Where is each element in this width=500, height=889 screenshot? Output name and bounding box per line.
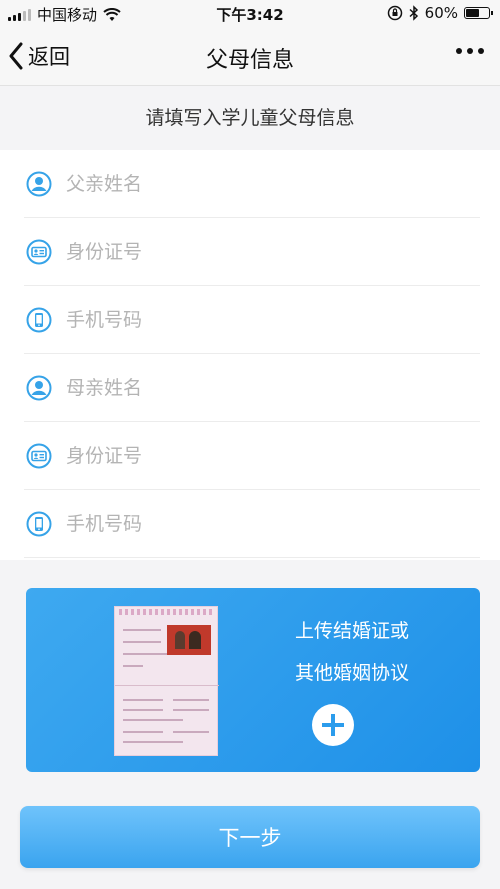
bluetooth-icon xyxy=(409,5,418,21)
person-icon xyxy=(26,171,52,196)
status-bar: 中国移动 下午3:42 60% xyxy=(0,0,500,28)
father-name-row xyxy=(24,150,480,218)
rotation-lock-icon xyxy=(387,5,402,21)
phone-icon xyxy=(26,511,52,536)
more-options-icon[interactable] xyxy=(456,48,484,54)
id-card-icon xyxy=(26,239,52,264)
upload-line-1: 上传结婚证或 xyxy=(294,620,409,642)
mother-id-input[interactable] xyxy=(66,435,446,476)
father-name-input[interactable] xyxy=(66,163,446,204)
upload-instruction: 上传结婚证或 其他婚姻协议 xyxy=(252,610,452,694)
father-phone-row xyxy=(24,286,480,354)
mother-id-row xyxy=(24,422,480,490)
form-instruction: 请填写入学儿童父母信息 xyxy=(0,86,500,150)
mother-name-input[interactable] xyxy=(66,367,446,408)
mother-phone-row xyxy=(24,490,480,558)
father-id-row xyxy=(24,218,480,286)
status-right: 60% xyxy=(387,4,493,22)
father-phone-input[interactable] xyxy=(66,299,446,340)
mother-name-row xyxy=(24,354,480,422)
parent-info-form xyxy=(0,150,500,560)
battery-percent: 60% xyxy=(424,4,458,22)
marriage-certificate-image xyxy=(114,606,219,756)
id-card-icon xyxy=(26,443,52,468)
battery-icon xyxy=(464,7,493,19)
nav-bar: 返回 父母信息 xyxy=(0,28,500,86)
person-icon xyxy=(26,375,52,400)
next-step-button[interactable]: 下一步 xyxy=(20,806,480,868)
mother-phone-input[interactable] xyxy=(66,503,446,544)
marriage-certificate-upload[interactable]: 上传结婚证或 其他婚姻协议 xyxy=(26,588,480,772)
upload-line-2: 其他婚姻协议 xyxy=(294,662,409,684)
phone-icon xyxy=(26,307,52,332)
father-id-input[interactable] xyxy=(66,231,446,272)
page-title: 父母信息 xyxy=(205,48,294,73)
add-icon[interactable] xyxy=(312,704,354,746)
